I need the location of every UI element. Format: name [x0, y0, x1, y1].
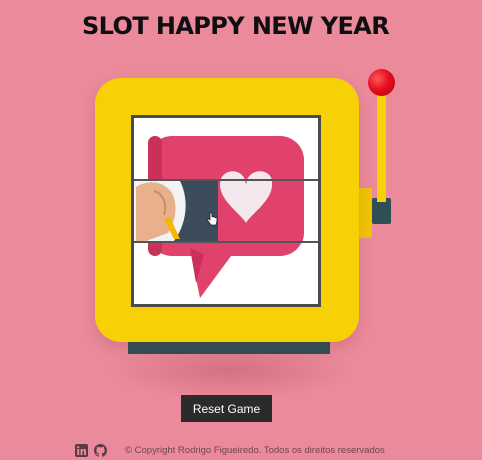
reel-middle: [134, 181, 318, 241]
slot-game-page: SLOT HAPPY NEW YEAR Reset Game © Copyrig…: [0, 0, 482, 460]
machine-base: [128, 340, 330, 354]
lever-joint: [357, 188, 372, 238]
reel-top: [134, 118, 318, 180]
reset-game-button[interactable]: Reset Game: [181, 395, 272, 422]
lever-rod[interactable]: [377, 90, 386, 202]
github-icon[interactable]: [94, 443, 108, 457]
copyright-text: © Copyright Rodrigo Figueiredo. Todos os…: [125, 444, 385, 456]
footer: © Copyright Rodrigo Figueiredo. Todos os…: [75, 442, 385, 458]
linkedin-icon[interactable]: [75, 443, 88, 457]
chat-bubble-heart-icon: [148, 243, 302, 298]
page-title: SLOT HAPPY NEW YEAR: [82, 12, 390, 40]
hand-pointing-icon: [134, 181, 218, 241]
chat-bubble-heart-icon: [148, 136, 304, 180]
lever-handle[interactable]: [368, 69, 395, 96]
reel-bottom: [134, 243, 318, 304]
cursor-hand-icon: [206, 212, 218, 226]
reels-window: [131, 115, 321, 307]
